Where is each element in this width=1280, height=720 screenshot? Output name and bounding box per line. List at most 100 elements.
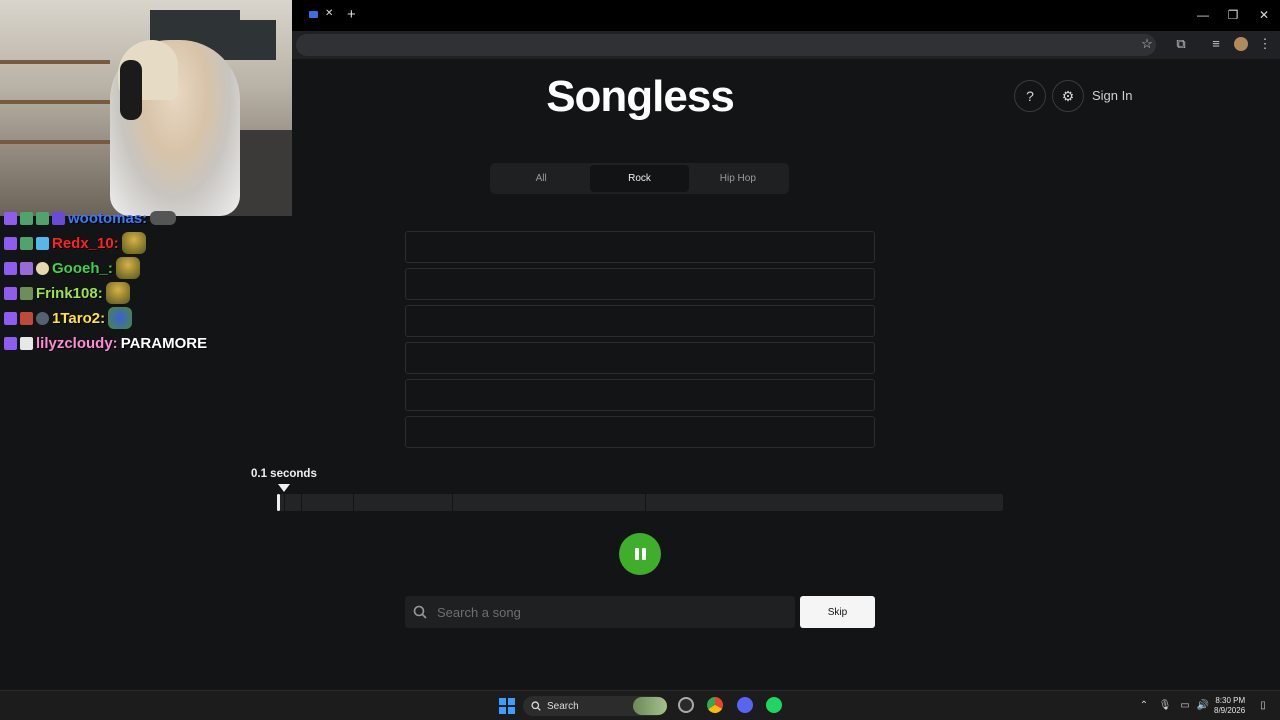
genre-tabs: All Rock Hip Hop: [490, 163, 789, 194]
chat-line: Gooeh_:: [4, 257, 140, 279]
chat-badge-icon: [20, 311, 33, 325]
guess-slot: [405, 379, 875, 411]
discord-icon[interactable]: [737, 697, 753, 713]
bookmark-star-icon[interactable]: ☆: [1138, 36, 1156, 52]
chat-badge-icon: [20, 286, 33, 300]
tab-rock[interactable]: Rock: [590, 165, 689, 192]
address-bar[interactable]: [296, 34, 1156, 56]
clock-time: 8:30 PM: [1215, 696, 1246, 705]
guess-slot: [405, 416, 875, 448]
clip-progress-track: [277, 494, 1003, 511]
chat-badge-icon: [36, 261, 49, 275]
pause-icon: [634, 548, 639, 560]
pause-icon: [641, 548, 646, 560]
chat-badge-icon: [36, 236, 49, 250]
playhead-marker-icon: [278, 484, 290, 492]
song-search-input[interactable]: [437, 604, 767, 620]
chat-line: lilyzcloudy: PARAMORE: [4, 332, 207, 354]
chat-emote-icon: [121, 232, 146, 254]
chat-username: Frink108:: [36, 284, 103, 302]
tab-hip-hop[interactable]: Hip Hop: [689, 165, 787, 192]
chat-message: PARAMORE: [120, 334, 208, 352]
progress-segment-divider: [353, 494, 354, 511]
app-logo[interactable]: Songless: [440, 72, 840, 122]
profile-avatar-icon[interactable]: [1234, 37, 1248, 51]
sign-in-link[interactable]: Sign In: [1092, 88, 1132, 103]
progress-segment-divider: [645, 494, 646, 511]
gear-icon: ⚙: [1061, 88, 1075, 104]
settings-button[interactable]: ⚙: [1052, 80, 1084, 112]
duration-label: 0.1 seconds: [251, 468, 317, 480]
help-button[interactable]: ?: [1014, 80, 1046, 112]
clip-progress-fill: [277, 494, 280, 511]
microphone-icon[interactable]: 🎙: [1158, 700, 1172, 711]
chat-line: Frink108:: [4, 282, 130, 304]
subscriber-badge-icon: [4, 311, 17, 325]
search-icon: [413, 605, 427, 619]
tray-chevron-up-icon[interactable]: ⌃: [1137, 700, 1151, 711]
guess-slot: [405, 342, 875, 374]
search-highlight-icon: [633, 697, 667, 715]
subscriber-badge-icon: [4, 336, 17, 350]
windows-logo-icon: [499, 698, 506, 705]
chat-emote-icon: [115, 257, 140, 279]
chat-username: lilyzcloudy:: [36, 334, 118, 352]
chat-username: Gooeh_:: [52, 259, 113, 277]
chat-line: Redx_10:: [4, 232, 146, 254]
notification-icon[interactable]: ▯: [1256, 700, 1270, 711]
tab-all[interactable]: All: [492, 165, 590, 192]
chat-badge-icon: [36, 211, 49, 225]
chat-username: Redx_10:: [52, 234, 119, 252]
taskbar-search[interactable]: Search: [523, 696, 667, 716]
restore-button[interactable]: ❐: [1223, 8, 1243, 22]
play-pause-button[interactable]: [619, 533, 661, 575]
subscriber-badge-icon: [4, 261, 17, 275]
chat-badge-icon: [36, 311, 49, 325]
chat-line: 1Taro2:: [4, 307, 133, 329]
tab-close-icon[interactable]: ✕: [325, 8, 333, 19]
chrome-icon[interactable]: [707, 697, 723, 713]
webcam-overlay: [0, 0, 292, 216]
progress-segment-divider: [284, 494, 285, 511]
minimize-button[interactable]: —: [1193, 8, 1213, 22]
guess-slot: [405, 305, 875, 337]
chat-badge-icon: [20, 211, 33, 225]
webcam-shelf-shape: [0, 100, 110, 104]
volume-icon[interactable]: 🔊: [1196, 700, 1210, 711]
chat-badge-icon: [52, 211, 65, 225]
chat-emote-icon: [150, 211, 177, 225]
chat-badge-icon: [20, 236, 33, 250]
chat-username: 1Taro2:: [52, 309, 106, 327]
webcam-shelf-shape: [0, 60, 110, 64]
progress-segment-divider: [452, 494, 453, 511]
display-icon[interactable]: ▭: [1178, 700, 1192, 711]
subscriber-badge-icon: [4, 236, 17, 250]
tab-favicon-icon: [309, 11, 318, 18]
taskbar-search-label: Search: [547, 700, 579, 712]
extensions-icon[interactable]: ⧉: [1172, 36, 1190, 52]
spotify-icon[interactable]: [766, 697, 782, 713]
subscriber-badge-icon: [4, 211, 17, 225]
chat-emote-icon: [108, 307, 133, 329]
chat-username: wootomas:: [68, 209, 148, 227]
browser-menu-icon[interactable]: ⋮: [1256, 36, 1274, 52]
close-window-button[interactable]: ✕: [1254, 8, 1274, 22]
browser-tab[interactable]: ✕: [300, 6, 344, 26]
subscriber-badge-icon: [4, 286, 17, 300]
new-tab-button[interactable]: +: [347, 6, 356, 23]
clock-date: 8/9/2026: [1214, 706, 1246, 715]
song-search-box: [405, 596, 795, 628]
webcam-shelf-shape: [0, 140, 110, 144]
search-icon: [531, 701, 541, 711]
chat-badge-icon: [20, 336, 33, 350]
media-control-icon[interactable]: ≡: [1207, 36, 1225, 52]
chat-line: wootomas:: [4, 207, 177, 229]
webcam-window-shape: [236, 20, 276, 60]
progress-segment-divider: [301, 494, 302, 511]
taskbar-clock[interactable]: 8:30 PM 8/9/2026: [1214, 696, 1245, 716]
start-button[interactable]: [499, 698, 515, 714]
webcam-headset-shape: [120, 60, 142, 120]
chat-badge-icon: [20, 261, 33, 275]
taskbar-app-icon[interactable]: [678, 697, 694, 713]
skip-button[interactable]: Skip: [800, 596, 875, 628]
